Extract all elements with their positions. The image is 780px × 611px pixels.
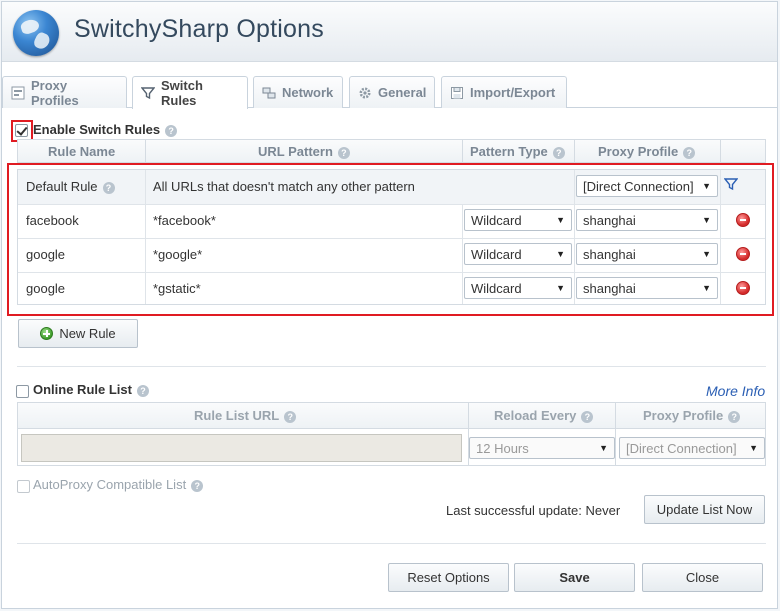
rule-list-url-input[interactable] [21, 434, 462, 462]
reset-options-button[interactable]: Reset Options [388, 563, 509, 592]
proxy-profiles-icon [11, 86, 25, 100]
rules-highlight [7, 163, 774, 316]
last-update-status: Last successful update: Never [446, 503, 621, 518]
help-icon[interactable]: ? [136, 384, 149, 397]
more-info-link[interactable]: More Info [706, 383, 765, 399]
autoproxy-label: AutoProxy Compatible List? [33, 477, 204, 492]
tab-general[interactable]: General [349, 76, 435, 108]
help-icon[interactable]: ? [552, 146, 565, 159]
help-icon[interactable]: ? [284, 410, 297, 423]
save-button[interactable]: Save [514, 563, 635, 592]
autoproxy-checkbox[interactable] [17, 480, 30, 493]
filter-icon [140, 86, 156, 100]
tab-import-export[interactable]: Import/Export [441, 76, 567, 108]
header: SwitchySharp Options [2, 2, 777, 62]
options-window: SwitchySharp Options Proxy Profiles Swit… [1, 1, 778, 609]
add-icon [40, 327, 54, 340]
tab-label: Proxy Profiles [31, 77, 79, 108]
tab-bar: Proxy Profiles Switch Rules Network Gene… [2, 76, 777, 109]
column-header-reload-every: Reload Every? [494, 408, 594, 423]
help-icon[interactable]: ? [337, 146, 350, 159]
online-rule-list-label: Online Rule List? [33, 382, 149, 397]
tab-label: Switch Rules [161, 78, 203, 108]
help-icon[interactable]: ? [683, 146, 696, 159]
import-export-icon [450, 86, 464, 100]
help-icon[interactable]: ? [581, 410, 594, 423]
tab-network[interactable]: Network [253, 76, 343, 108]
divider [17, 366, 766, 367]
help-icon[interactable]: ? [191, 479, 204, 492]
enable-switch-rules-label: Enable Switch Rules? [33, 122, 178, 137]
globe-logo-icon [13, 10, 59, 56]
column-header-url-pattern: URL Pattern? [258, 144, 350, 159]
new-rule-button[interactable]: New Rule [18, 319, 138, 348]
column-header-pattern-type: Pattern Type? [470, 144, 565, 159]
gear-icon [358, 86, 372, 100]
online-rule-list-checkbox[interactable] [16, 385, 29, 398]
tab-proxy-profiles[interactable]: Proxy Profiles [2, 76, 127, 108]
column-header-rule-list-url: Rule List URL? [194, 408, 297, 423]
tab-label: Import/Export [470, 85, 556, 100]
app-title: SwitchySharp Options [74, 15, 324, 43]
online-proxy-profile-select[interactable]: [Direct Connection] ▼ [619, 437, 765, 459]
help-icon[interactable]: ? [728, 410, 741, 423]
column-header-rule-name: Rule Name [48, 144, 116, 159]
column-header-proxy-profile: Proxy Profile? [643, 408, 741, 423]
tab-label: General [378, 85, 427, 100]
tab-label: Network [282, 85, 334, 100]
divider [17, 543, 766, 544]
reload-every-select[interactable]: 12 Hours ▼ [469, 437, 615, 459]
column-header-proxy-profile: Proxy Profile? [598, 144, 696, 159]
enable-switch-rules-checkbox[interactable] [15, 124, 28, 137]
network-icon [262, 86, 276, 100]
tab-switch-rules[interactable]: Switch Rules [132, 76, 248, 109]
close-button[interactable]: Close [642, 563, 763, 592]
update-list-now-button[interactable]: Update List Now [644, 495, 765, 524]
help-icon[interactable]: ? [165, 124, 178, 137]
